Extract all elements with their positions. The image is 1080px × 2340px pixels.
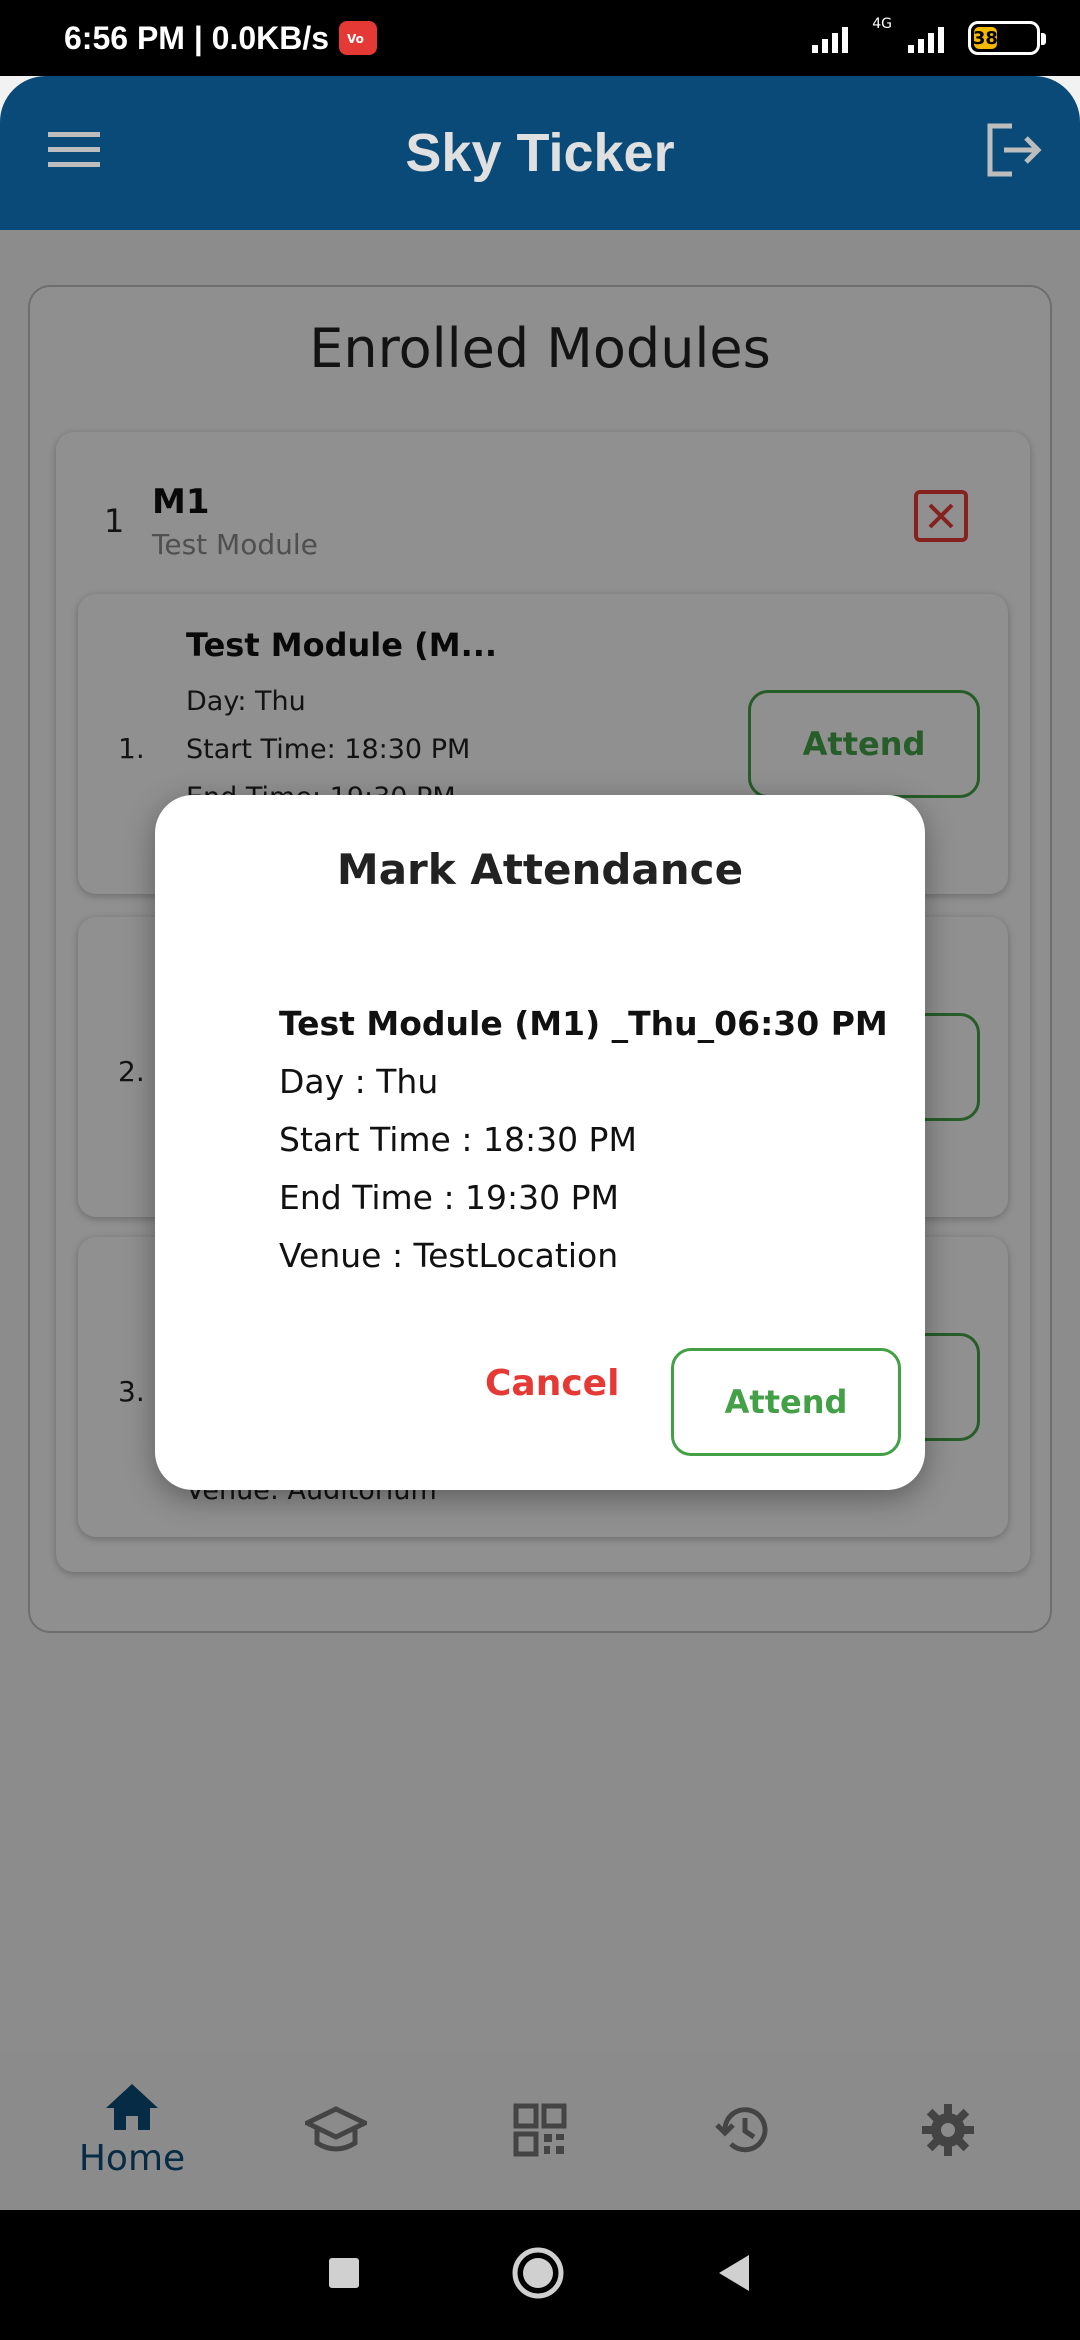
app-bar: Sky Ticker (0, 76, 1080, 230)
system-navigation-bar (0, 2210, 1080, 2340)
back-button[interactable] (715, 2253, 753, 2297)
signal-strength-icon (812, 23, 849, 53)
dialog-venue: Venue : TestLocation (279, 1236, 619, 1275)
dialog-day: Day : Thu (279, 1062, 439, 1101)
status-bar: 6:56 PM | 0.0KB/s Vo 4G 38 (0, 0, 1080, 76)
volte-icon: Vo (339, 21, 378, 55)
app-title: Sky Ticker (405, 123, 675, 183)
svg-text:Vo: Vo (347, 32, 364, 46)
attend-confirm-button[interactable]: Attend (671, 1348, 901, 1456)
dialog-end-time: End Time : 19:30 PM (279, 1178, 620, 1217)
menu-button[interactable] (48, 130, 102, 174)
dialog-start-time: Start Time : 18:30 PM (279, 1120, 637, 1159)
square-recents-icon (329, 2258, 359, 2288)
triangle-back-icon (719, 2255, 749, 2291)
battery-level: 38 (972, 27, 998, 49)
network-type-label: 4G (872, 16, 892, 32)
mark-attendance-dialog: Mark Attendance Test Module (M1) _Thu_06… (155, 795, 925, 1490)
home-system-button[interactable] (511, 2246, 565, 2304)
hamburger-menu-icon (48, 132, 100, 167)
signal-strength-icon-2 (908, 23, 944, 53)
dialog-session-title: Test Module (M1) _Thu_06:30 PM (279, 1004, 888, 1043)
circle-home-icon (512, 2247, 564, 2299)
battery-icon: 38 (968, 21, 1046, 55)
recents-button[interactable] (327, 2256, 361, 2294)
status-time: 6:56 PM | 0.0KB/s (64, 19, 330, 56)
logout-icon (987, 123, 1042, 177)
cancel-button[interactable]: Cancel (485, 1363, 619, 1404)
dialog-title: Mark Attendance (336, 845, 744, 894)
dialog-body: Test Module (M1) _Thu_06:30 PM Day : Thu… (279, 995, 888, 1285)
logout-button[interactable] (984, 122, 1042, 182)
